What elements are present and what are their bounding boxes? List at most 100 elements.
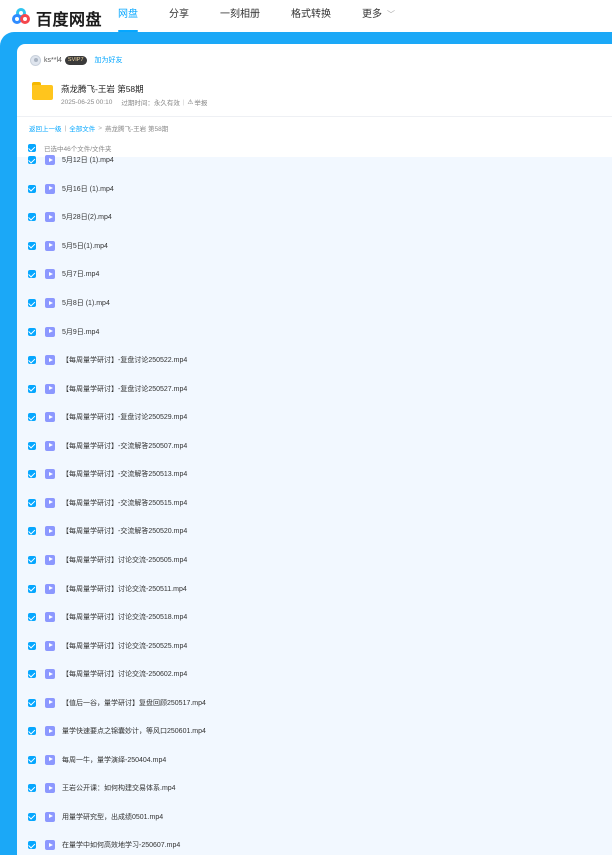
file-checkbox[interactable] [28,755,36,764]
file-name[interactable]: 在量学中如何高效地学习-250607.mp4 [62,840,180,850]
file-row[interactable]: 5月12日 (1).mp4 [17,146,612,175]
file-name[interactable]: 5月12日 (1).mp4 [62,155,114,165]
file-row[interactable]: 【每周量学研讨】-交流解答250515.mp4 [17,489,612,518]
file-row[interactable]: 5月7日.mp4 [17,260,612,289]
file-name[interactable]: 5月16日 (1).mp4 [62,184,114,194]
video-file-icon [45,326,55,337]
file-name[interactable]: 量学快速要点之锦囊妙计，等风口250601.mp4 [62,726,206,736]
add-friend-link[interactable]: 加为好友 [95,55,123,65]
file-row[interactable]: 【每周量学研讨】讨论交流-250511.mp4 [17,574,612,603]
file-checkbox[interactable] [28,698,36,707]
file-name[interactable]: 5月28日(2).mp4 [62,212,112,222]
file-row[interactable]: 【每周量学研讨】讨论交流-250505.mp4 [17,546,612,575]
file-checkbox[interactable] [28,356,36,365]
file-checkbox[interactable] [28,213,36,222]
file-name[interactable]: 【每周量学研讨】讨论交流-250511.mp4 [62,584,187,594]
file-row[interactable]: 【值后一谷，量学研讨】复盘回顾250517.mp4 [17,688,612,717]
file-name[interactable]: 【每周量学研讨】-交流解答250515.mp4 [62,498,187,508]
main-nav: 网盘 分享 一刻相册 格式转换 更多 ﹀ [118,0,426,32]
file-name[interactable]: 用量学研究型，出成绩0501.mp4 [62,812,163,822]
file-row[interactable]: 用量学研究型，出成绩0501.mp4 [17,803,612,832]
file-checkbox[interactable] [28,270,36,279]
file-name[interactable]: 5月9日.mp4 [62,327,99,337]
file-checkbox[interactable] [28,384,36,393]
file-checkbox[interactable] [28,613,36,622]
file-checkbox[interactable] [28,413,36,422]
file-row[interactable]: 【每周量学研讨】-复盘讨论250522.mp4 [17,346,612,375]
video-file-icon [45,497,55,508]
file-name[interactable]: 【每周量学研讨】讨论交流-250518.mp4 [62,612,187,622]
file-name[interactable]: 5月7日.mp4 [62,269,99,279]
file-checkbox[interactable] [28,641,36,650]
file-name[interactable]: 【每周量学研讨】-交流解答250507.mp4 [62,441,187,451]
file-row[interactable]: 【每周量学研讨】-交流解答250520.mp4 [17,517,612,546]
file-checkbox[interactable] [28,527,36,536]
nav-format-convert[interactable]: 格式转换 [291,0,331,32]
nav-share[interactable]: 分享 [169,0,189,32]
file-checkbox[interactable] [28,156,36,165]
file-name[interactable]: 【每周量学研讨】-交流解答250520.mp4 [62,526,187,536]
file-name[interactable]: 【每周量学研讨】-复盘讨论250527.mp4 [62,384,187,394]
file-name[interactable]: 【每周量学研讨】讨论交流-250602.mp4 [62,669,187,679]
file-checkbox[interactable] [28,584,36,593]
file-checkbox[interactable] [28,812,36,821]
file-row[interactable]: 王岩公开课：如何构建交易体系.mp4 [17,774,612,803]
file-name[interactable]: 【值后一谷，量学研讨】复盘回顾250517.mp4 [62,698,206,708]
logo[interactable]: 百度网盘 [12,6,102,30]
file-checkbox[interactable] [28,299,36,307]
file-name[interactable]: 5月8日 (1).mp4 [62,298,110,308]
breadcrumb-root[interactable]: 全部文件 [69,123,95,133]
file-checkbox[interactable] [28,498,36,507]
file-row[interactable]: 【每周量学研讨】讨论交流-250602.mp4 [17,660,612,689]
file-name[interactable]: 每周一牛，量学演绎-250404.mp4 [62,755,166,765]
file-checkbox[interactable] [28,470,36,479]
file-row[interactable]: 【每周量学研讨】讨论交流-250525.mp4 [17,631,612,660]
file-checkbox[interactable] [28,441,36,450]
file-name[interactable]: 5月5日(1).mp4 [62,241,108,251]
file-name[interactable]: 【每周量学研讨】-复盘讨论250529.mp4 [62,412,187,422]
back-link[interactable]: 返回上一级 [29,123,62,133]
avatar[interactable] [30,54,41,66]
file-row[interactable]: 5月9日.mp4 [17,317,612,346]
file-name[interactable]: 【每周量学研讨】-交流解答250513.mp4 [62,469,187,479]
file-name[interactable]: 【每周量学研讨】-复盘讨论250522.mp4 [62,355,187,365]
sharer-info: ks**l4 SVIP7 加为好友 [30,54,123,66]
video-file-icon [45,355,55,366]
video-file-icon [45,583,55,594]
file-row[interactable]: 【每周量学研讨】-复盘讨论250527.mp4 [17,374,612,403]
nav-netdisk[interactable]: 网盘 [118,0,138,32]
file-row[interactable]: 5月5日(1).mp4 [17,232,612,261]
file-checkbox[interactable] [28,841,36,850]
file-checkbox[interactable] [28,184,36,193]
nav-moment-album[interactable]: 一刻相册 [220,0,260,32]
file-row[interactable]: 【每周量学研讨】-交流解答250507.mp4 [17,432,612,461]
meta-separator: | [182,98,185,106]
file-name[interactable]: 【每周量学研讨】讨论交流-250505.mp4 [62,555,187,565]
file-row[interactable]: 5月28日(2).mp4 [17,203,612,232]
video-file-icon [45,783,55,794]
file-checkbox[interactable] [28,670,36,679]
file-row[interactable]: 【每周量学研讨】-复盘讨论250529.mp4 [17,403,612,432]
file-checkbox[interactable] [28,327,36,336]
file-checkbox[interactable] [28,784,36,793]
nav-label: 网盘 [118,9,138,20]
file-row[interactable]: 在量学中如何高效地学习-250607.mp4 [17,831,612,855]
file-checkbox[interactable] [28,727,36,736]
file-checkbox[interactable] [28,241,36,250]
file-row[interactable]: 5月8日 (1).mp4 [17,289,612,318]
file-row[interactable]: 【每周量学研讨】-交流解答250513.mp4 [17,460,612,489]
report-link[interactable]: 举报 [194,97,207,107]
breadcrumb: 返回上一级 | 全部文件 > 燕龙腾飞-王岩 第58期 [29,123,168,134]
file-row[interactable]: 量学快速要点之锦囊妙计，等风口250601.mp4 [17,717,612,746]
video-file-icon [45,155,55,166]
breadcrumb-separator: | [64,124,67,132]
file-row[interactable]: 5月16日 (1).mp4 [17,175,612,204]
logo-text: 百度网盘 [36,12,103,29]
file-row[interactable]: 【每周量学研讨】讨论交流-250518.mp4 [17,603,612,632]
file-name[interactable]: 王岩公开课：如何构建交易体系.mp4 [62,783,176,793]
file-row[interactable]: 每周一牛，量学演绎-250404.mp4 [17,746,612,775]
file-name[interactable]: 【每周量学研讨】讨论交流-250525.mp4 [62,641,187,651]
video-file-icon [45,383,55,394]
file-checkbox[interactable] [28,555,36,564]
nav-more[interactable]: 更多 ﹀ [362,0,395,32]
